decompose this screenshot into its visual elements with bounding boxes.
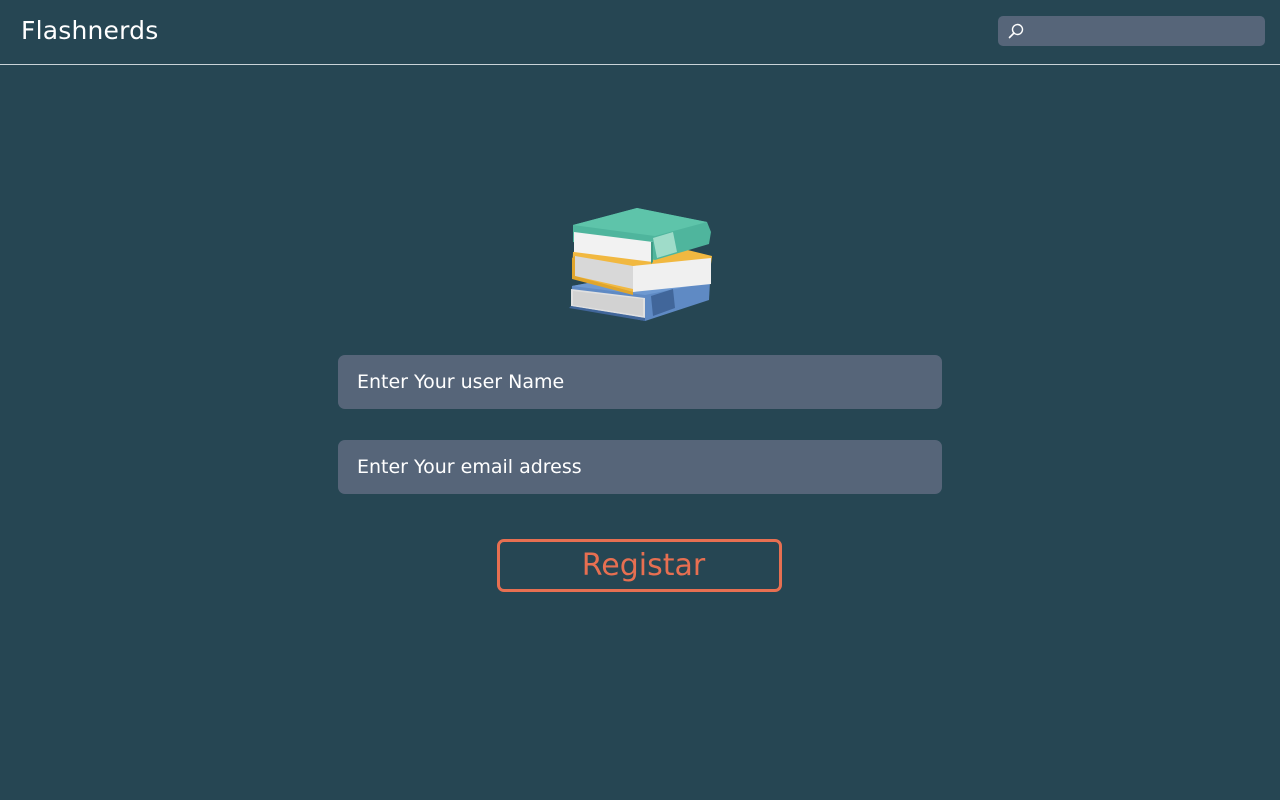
register-button[interactable]: Registar: [497, 539, 782, 592]
brand-title[interactable]: Flashnerds: [21, 14, 158, 48]
search-icon[interactable]: [1008, 23, 1024, 39]
username-field[interactable]: [338, 355, 942, 409]
books-stack-icon: [565, 200, 715, 328]
email-input[interactable]: [338, 440, 942, 494]
email-field[interactable]: [338, 440, 942, 494]
top-header: Flashnerds: [0, 0, 1280, 65]
search-input[interactable]: [1032, 16, 1257, 46]
search-box[interactable]: [998, 16, 1265, 46]
username-input[interactable]: [338, 355, 942, 409]
